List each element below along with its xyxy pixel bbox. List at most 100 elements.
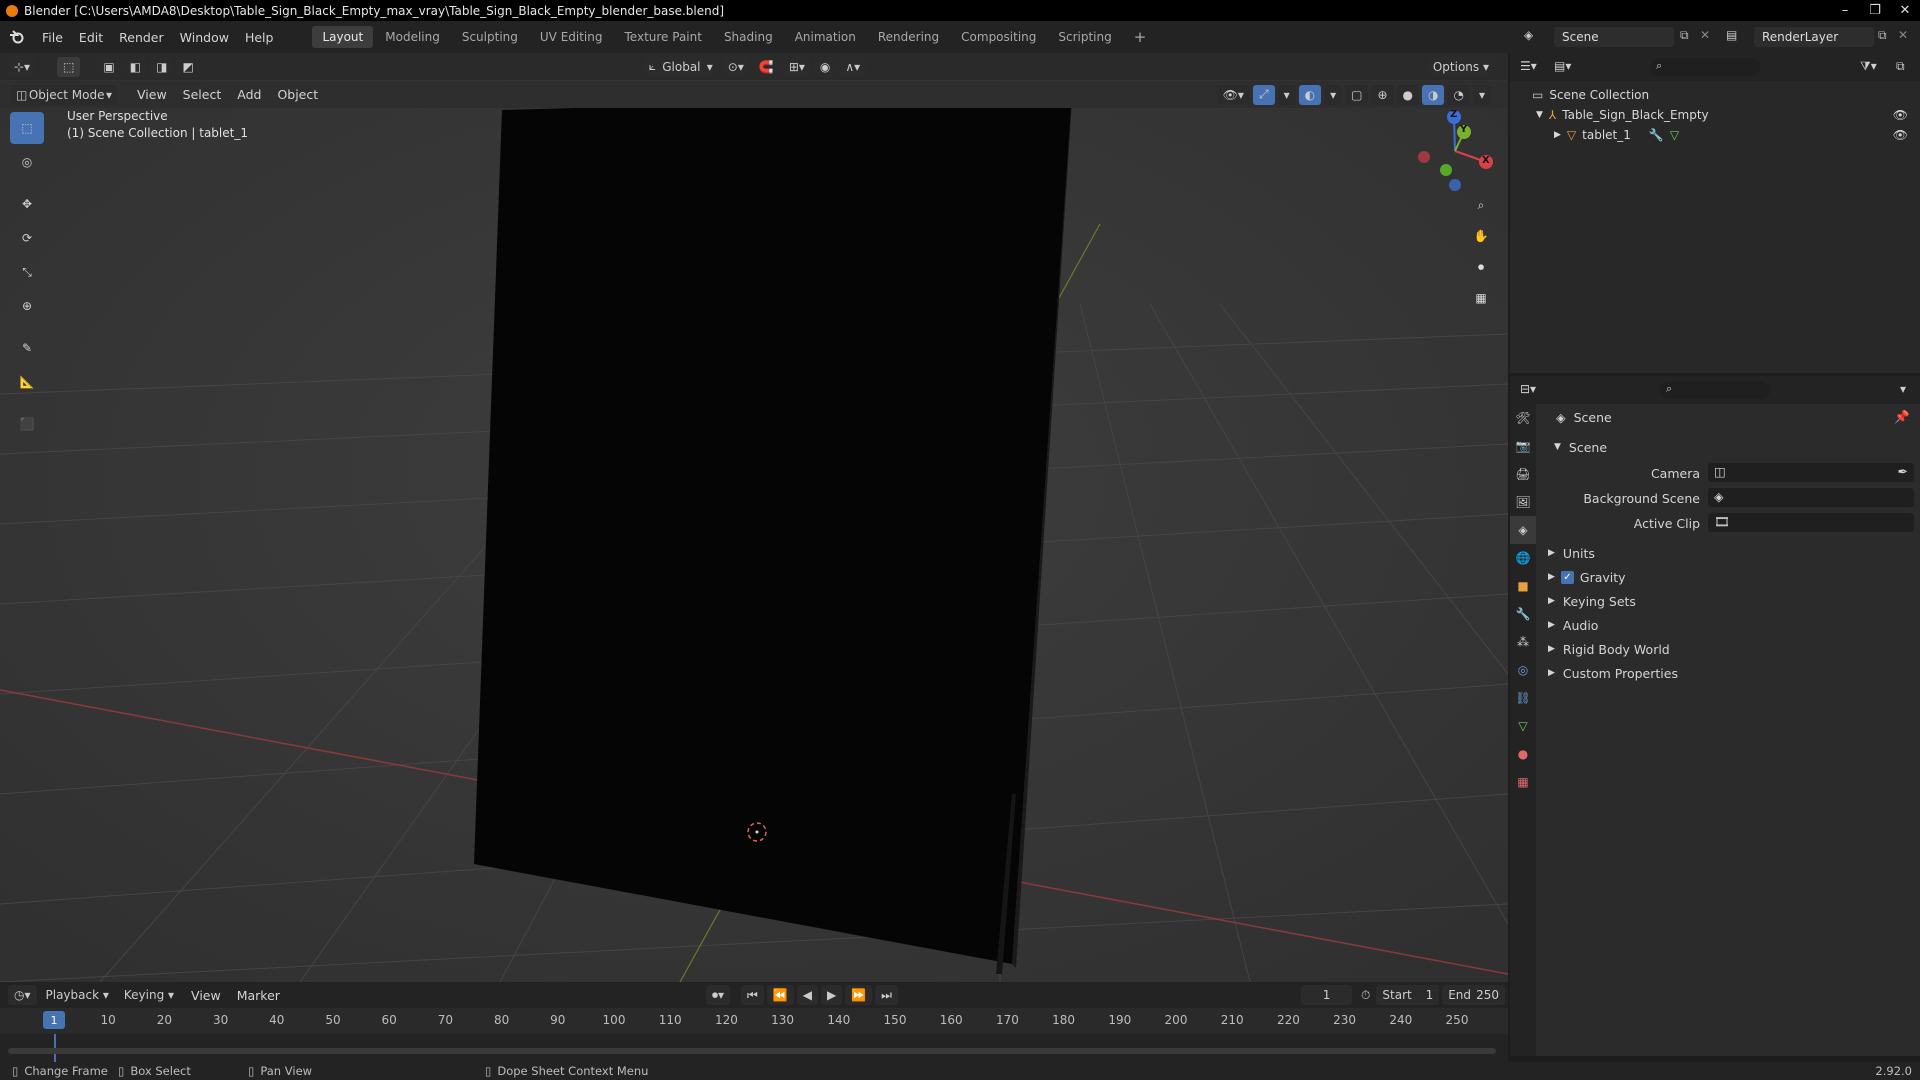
prev-keyframe-icon[interactable]: ⏪ bbox=[766, 985, 794, 1005]
add-cube-tool-icon[interactable]: ⬛ bbox=[10, 408, 44, 440]
modifier-tab-icon[interactable]: 🔧 bbox=[1510, 600, 1536, 628]
keying-sets-panel[interactable]: ▶ Keying Sets bbox=[1540, 590, 1916, 612]
frame-ruler[interactable]: 1 10 20 30 40 50 60 70 80 90 100 110 120 130 140 150 16… bbox=[0, 1008, 1508, 1034]
mesh-data-icon[interactable]: ▽ bbox=[1670, 128, 1679, 142]
particles-tab-icon[interactable]: ⁂ bbox=[1510, 628, 1536, 656]
close-button[interactable]: ✕ bbox=[1890, 0, 1920, 21]
units-panel[interactable]: ▶ Units bbox=[1540, 542, 1916, 564]
constraints-tab-icon[interactable]: ⛓ bbox=[1510, 684, 1536, 712]
eyedropper-icon[interactable]: ✒ bbox=[1898, 464, 1908, 479]
tab-texture-paint[interactable]: Texture Paint bbox=[615, 26, 712, 48]
new-collection-icon[interactable]: ⧉ bbox=[1896, 59, 1905, 74]
view-layer-field[interactable]: RenderLayer bbox=[1754, 27, 1874, 47]
outliner-search-input[interactable]: ⌕ bbox=[1650, 58, 1760, 76]
falloff-icon[interactable]: ∧▾ bbox=[839, 56, 867, 77]
remove-scene-icon[interactable]: ✕ bbox=[1700, 28, 1710, 42]
background-scene-field[interactable]: ◈ bbox=[1708, 488, 1914, 507]
physics-tab-icon[interactable]: ◎ bbox=[1510, 656, 1536, 684]
camera-view-icon[interactable]: ⏺ bbox=[1468, 254, 1494, 280]
menu-render[interactable]: Render bbox=[111, 30, 172, 45]
expand-arrow-icon[interactable]: ▶ bbox=[1554, 130, 1561, 140]
pan-hand-icon[interactable]: ✋ bbox=[1468, 223, 1494, 249]
tab-shading[interactable]: Shading bbox=[714, 26, 783, 48]
jump-start-icon[interactable]: ⏮ bbox=[740, 985, 764, 1005]
options-dropdown[interactable]: Options ▾ bbox=[1426, 56, 1495, 77]
timeline-editor-icon[interactable]: ◷▾ bbox=[8, 985, 37, 1005]
measure-tool-icon[interactable]: 📐 bbox=[10, 366, 44, 398]
menu-file[interactable]: File bbox=[34, 30, 71, 45]
visibility-icon[interactable]: 👁▾ bbox=[1216, 84, 1250, 105]
data-tab-icon[interactable]: ▽ bbox=[1510, 712, 1536, 740]
transform-tool-icon[interactable]: ⊕ bbox=[10, 290, 44, 322]
cursor-tool-icon[interactable]: ◎ bbox=[10, 146, 44, 178]
overlay-toggle-icon[interactable]: ◐ bbox=[1298, 84, 1322, 105]
outliner-editor-icon[interactable]: ☰▾ bbox=[1520, 59, 1537, 73]
world-tab-icon[interactable]: 🌐 bbox=[1510, 544, 1536, 572]
expand-arrow-icon[interactable]: ▼ bbox=[1536, 110, 1543, 120]
tab-sculpting[interactable]: Sculpting bbox=[452, 26, 528, 48]
audio-panel[interactable]: ▶ Audio bbox=[1540, 614, 1916, 636]
filter-icon[interactable]: ⧩▾ bbox=[1860, 59, 1877, 74]
outliner-scene-collection[interactable]: ▭ Scene Collection bbox=[1510, 85, 1920, 105]
material-tab-icon[interactable]: ● bbox=[1510, 740, 1536, 768]
visibility-eye-icon[interactable]: 👁 bbox=[1893, 108, 1908, 122]
properties-editor-icon[interactable]: ⊟▾ bbox=[1520, 382, 1536, 396]
play-reverse-icon[interactable]: ◀ bbox=[796, 985, 818, 1005]
pivot-point-icon[interactable]: ⊙▾ bbox=[721, 56, 750, 77]
pin-icon[interactable]: 📌 bbox=[1894, 409, 1910, 425]
ortho-grid-icon[interactable]: ▦ bbox=[1468, 285, 1494, 311]
rigid-body-world-panel[interactable]: ▶ Rigid Body World bbox=[1540, 638, 1916, 660]
move-tool-icon[interactable]: ✥ bbox=[10, 188, 44, 220]
view-layer-tab-icon[interactable]: 🖼 bbox=[1510, 488, 1536, 516]
3d-viewport[interactable]: User Perspective (1) Scene Collection | … bbox=[0, 74, 1508, 982]
outliner-item-collection[interactable]: ▼ ⅄ Table_Sign_Black_Empty 👁 bbox=[1510, 105, 1920, 125]
xray-icon[interactable]: ▢ bbox=[1345, 84, 1369, 105]
menu-select[interactable]: Select bbox=[175, 87, 230, 102]
tab-compositing[interactable]: Compositing bbox=[951, 26, 1046, 48]
snap-target-icon[interactable]: ⊞▾ bbox=[782, 56, 811, 77]
active-clip-field[interactable]: 🎞 bbox=[1708, 513, 1914, 532]
select-mode-extend-icon[interactable]: ◧ bbox=[123, 56, 148, 77]
gravity-checkbox[interactable]: ✓ bbox=[1560, 570, 1574, 584]
minimize-button[interactable]: – bbox=[1830, 0, 1860, 21]
select-mode-invert-icon[interactable]: ◩ bbox=[176, 56, 200, 77]
scale-tool-icon[interactable]: ⤡ bbox=[10, 256, 44, 288]
gizmo-dropdown-icon[interactable]: ▾ bbox=[1277, 84, 1296, 105]
display-mode-icon[interactable]: ▤▾ bbox=[1554, 59, 1571, 73]
proportional-edit-icon[interactable]: ◉ bbox=[813, 56, 837, 77]
auto-key-icon[interactable]: ⏺▾ bbox=[705, 985, 730, 1005]
zoom-icon[interactable]: ⌕ bbox=[1468, 192, 1494, 218]
timeline-scrollbar[interactable] bbox=[8, 1048, 1496, 1054]
visibility-eye-icon[interactable]: 👁 bbox=[1893, 128, 1908, 142]
marker-menu[interactable]: Marker bbox=[229, 988, 288, 1003]
object-mode-dropdown[interactable]: ◫ Object Mode ▾ bbox=[10, 84, 118, 105]
chevron-down-icon[interactable]: ▾ bbox=[1900, 382, 1906, 396]
menu-help[interactable]: Help bbox=[237, 30, 282, 45]
tab-uv-editing[interactable]: UV Editing bbox=[530, 26, 613, 48]
tool-tab-icon[interactable]: 🛠 bbox=[1510, 404, 1536, 432]
remove-layer-icon[interactable]: ✕ bbox=[1898, 28, 1908, 42]
snap-icon[interactable]: 🧲 bbox=[752, 56, 780, 77]
transform-orientation-dropdown[interactable]: ⟀ Global ▾ bbox=[642, 56, 719, 77]
keying-menu[interactable]: Keying ▾ bbox=[118, 985, 180, 1005]
timeline-view-menu[interactable]: View bbox=[183, 988, 229, 1003]
select-mode-subtract-icon[interactable]: ◨ bbox=[150, 56, 174, 77]
tab-modeling[interactable]: Modeling bbox=[375, 26, 450, 48]
tab-layout[interactable]: Layout bbox=[312, 26, 374, 48]
jump-end-icon[interactable]: ⏭ bbox=[875, 985, 898, 1005]
annotate-tool-icon[interactable]: ✎ bbox=[10, 332, 44, 364]
custom-properties-panel[interactable]: ▶ Custom Properties bbox=[1540, 662, 1916, 684]
scene-tab-icon[interactable]: ◈ bbox=[1510, 516, 1536, 544]
modifier-wrench-icon[interactable]: 🔧 bbox=[1649, 128, 1664, 142]
tab-rendering[interactable]: Rendering bbox=[868, 26, 949, 48]
output-tab-icon[interactable]: 🖨 bbox=[1510, 460, 1536, 488]
playback-menu[interactable]: Playback ▾ bbox=[40, 985, 115, 1005]
menu-edit[interactable]: Edit bbox=[71, 30, 111, 45]
object-tab-icon[interactable]: ■ bbox=[1510, 572, 1536, 600]
maximize-button[interactable]: ❐ bbox=[1860, 0, 1890, 21]
rotate-tool-icon[interactable]: ⟳ bbox=[10, 222, 44, 254]
shading-wireframe-icon[interactable]: ⊕ bbox=[1371, 84, 1394, 105]
new-scene-icon[interactable]: ⧉ bbox=[1680, 28, 1689, 43]
select-mode-new-icon[interactable]: ▣ bbox=[97, 56, 121, 77]
blender-menu-icon[interactable] bbox=[8, 29, 24, 45]
